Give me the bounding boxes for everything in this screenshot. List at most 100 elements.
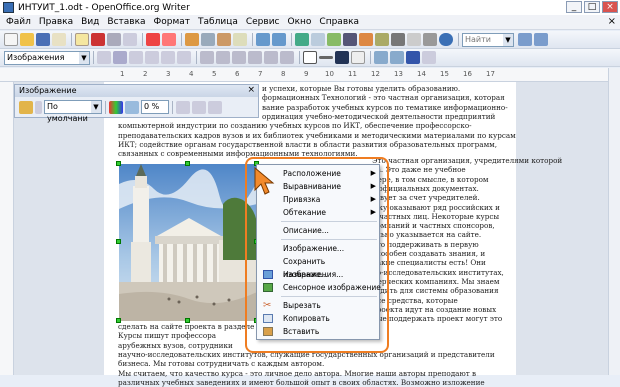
color-icon[interactable] xyxy=(109,100,123,114)
document-text-line: бизнеса. Мы готовы сотрудничать с каждым… xyxy=(118,359,325,369)
background-color-icon[interactable] xyxy=(351,51,365,64)
wrap-through-icon[interactable] xyxy=(177,51,191,64)
copy-icon[interactable] xyxy=(201,33,215,46)
resize-handle[interactable] xyxy=(116,318,121,323)
menu-view[interactable]: Вид xyxy=(77,17,103,27)
maximize-button[interactable]: □ xyxy=(584,1,600,13)
page-margin-right xyxy=(516,82,608,375)
align-middle-icon[interactable] xyxy=(264,51,278,64)
flip-vertical-icon[interactable] xyxy=(176,100,190,114)
align-left-icon[interactable] xyxy=(200,51,214,64)
transparency-field[interactable]: 0 % xyxy=(141,100,169,114)
menu-tools[interactable]: Сервис xyxy=(242,17,284,27)
document-text-line: преподавательских кадров вузов и их библ… xyxy=(118,130,516,140)
menu-edit[interactable]: Правка xyxy=(35,17,77,27)
transparency-icon[interactable] xyxy=(125,100,139,114)
find-replace-icon[interactable] xyxy=(343,33,357,46)
document-text-line: проекта идут на создание новых xyxy=(372,304,497,314)
graphics-mode-value: По умолчани xyxy=(47,102,88,123)
datasource-icon[interactable] xyxy=(391,33,405,46)
format-paintbrush-icon[interactable] xyxy=(233,33,247,46)
table-icon[interactable] xyxy=(311,33,325,46)
document-text-line: Мы считаем, что качество курса - это лич… xyxy=(118,368,477,378)
bring-front-icon[interactable] xyxy=(374,51,388,64)
spellcheck-icon[interactable] xyxy=(146,33,160,46)
nonprinting-chars-icon[interactable] xyxy=(407,33,421,46)
gallery-icon[interactable] xyxy=(375,33,389,46)
minimize-button[interactable]: _ xyxy=(566,1,582,13)
autospellcheck-icon[interactable] xyxy=(162,33,176,46)
menu-insert[interactable]: Вставка xyxy=(103,17,149,27)
close-button[interactable]: × xyxy=(602,1,618,13)
search-input[interactable]: Найти ▼ xyxy=(462,32,514,47)
resize-handle[interactable] xyxy=(116,239,121,244)
align-top-icon[interactable] xyxy=(248,51,262,64)
cut-icon[interactable] xyxy=(185,33,199,46)
align-bottom-icon[interactable] xyxy=(280,51,294,64)
paste-icon[interactable] xyxy=(217,33,231,46)
ruler-mark: 8 xyxy=(281,70,286,78)
help-icon[interactable] xyxy=(439,33,453,46)
document-close-icon[interactable]: × xyxy=(608,16,616,27)
hyperlink-icon[interactable] xyxy=(295,33,309,46)
email-icon[interactable] xyxy=(52,33,66,46)
send-back-icon[interactable] xyxy=(390,51,404,64)
image-panel-title: Изображение xyxy=(15,85,258,97)
menu-help[interactable]: Справка xyxy=(315,17,363,27)
navigator-icon[interactable] xyxy=(359,33,373,46)
frame-toolbar: Изображения ▼ xyxy=(0,49,620,67)
style-select[interactable]: Изображения ▼ xyxy=(4,50,90,65)
window-title: ИНТУИТ_1.odt - OpenOffice.org Writer xyxy=(18,2,190,13)
redo-icon[interactable] xyxy=(272,33,286,46)
anchor-icon[interactable] xyxy=(406,51,420,64)
crop-icon[interactable] xyxy=(208,100,222,114)
horizontal-ruler: 1 2 3 4 5 6 7 8 9 10 11 12 13 14 15 16 1… xyxy=(0,68,620,82)
edit-mode-icon[interactable] xyxy=(75,33,89,46)
line-color-icon[interactable] xyxy=(335,51,349,64)
close-icon[interactable]: × xyxy=(247,85,255,95)
print-preview-icon[interactable] xyxy=(123,33,137,46)
document-text-line: Курсы пишут профессора xyxy=(118,331,217,341)
image-toolbar-panel: Изображение × По умолчани ▼ 0 % xyxy=(14,84,259,123)
document-text-line: но-исследовательских институтах, xyxy=(372,267,504,277)
resize-handle[interactable] xyxy=(116,161,121,166)
image-filter-icon[interactable] xyxy=(19,100,33,114)
new-document-icon[interactable] xyxy=(4,33,18,46)
flip-horizontal-icon[interactable] xyxy=(192,100,206,114)
menu-window[interactable]: Окно xyxy=(284,17,316,27)
open-icon[interactable] xyxy=(20,33,34,46)
wrap-left-icon[interactable] xyxy=(145,51,159,64)
export-pdf-icon[interactable] xyxy=(91,33,105,46)
document-text-line: ходить для системы образования xyxy=(372,286,499,296)
show-draw-icon[interactable] xyxy=(327,33,341,46)
find-next-icon[interactable] xyxy=(534,33,548,46)
vertical-scrollbar[interactable] xyxy=(608,68,620,375)
document-text-line: формационных Технологий - это частная ор… xyxy=(262,93,505,103)
undo-icon[interactable] xyxy=(256,33,270,46)
chevron-down-icon[interactable]: ▼ xyxy=(91,101,101,113)
filter-dropdown-icon[interactable] xyxy=(35,100,42,114)
border-icon[interactable] xyxy=(303,51,317,64)
selected-image[interactable] xyxy=(119,164,257,321)
menu-format[interactable]: Формат xyxy=(150,17,195,27)
save-icon[interactable] xyxy=(36,33,50,46)
menu-table[interactable]: Таблица xyxy=(194,17,242,27)
wrap-off-icon[interactable] xyxy=(97,51,111,64)
find-previous-icon[interactable] xyxy=(518,33,532,46)
line-style-icon[interactable] xyxy=(319,56,333,59)
frame-properties-icon[interactable] xyxy=(422,51,436,64)
graphics-mode-select[interactable]: По умолчани ▼ xyxy=(44,100,102,123)
wrap-ideal-icon[interactable] xyxy=(129,51,143,64)
wrap-right-icon[interactable] xyxy=(161,51,175,64)
ruler-mark: 6 xyxy=(235,70,240,78)
print-icon[interactable] xyxy=(107,33,121,46)
resize-handle[interactable] xyxy=(185,161,190,166)
zoom-icon[interactable] xyxy=(423,33,437,46)
menu-file[interactable]: Файл xyxy=(2,17,35,27)
align-right-icon[interactable] xyxy=(232,51,246,64)
wrap-page-icon[interactable] xyxy=(113,51,127,64)
chevron-down-icon[interactable]: ▼ xyxy=(503,33,513,46)
align-center-icon[interactable] xyxy=(216,51,230,64)
chevron-down-icon[interactable]: ▼ xyxy=(79,51,89,64)
resize-handle[interactable] xyxy=(185,318,190,323)
